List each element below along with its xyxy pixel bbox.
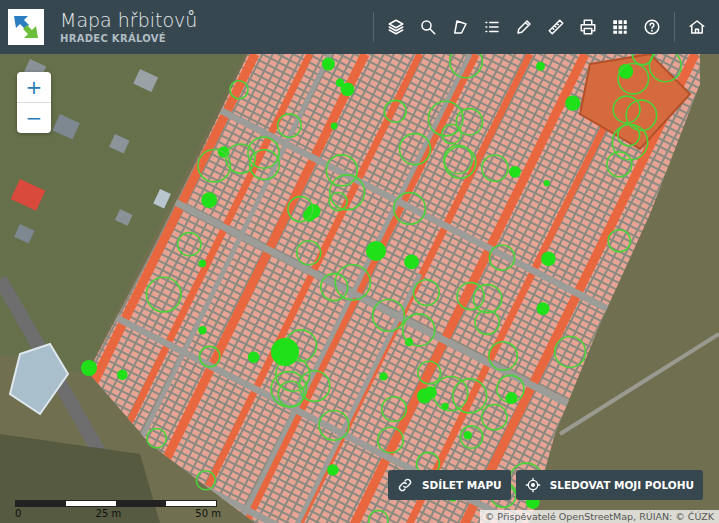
help-icon [643, 18, 661, 36]
grid-icon [611, 18, 629, 36]
scale-bar: 0 25 m 50 m [15, 500, 220, 519]
app: Mapa hřbitovůHRADEC KRÁLOVÉ+−SDÍLET MAPU… [0, 0, 719, 523]
scale-tick: 50 m [195, 508, 221, 519]
home-button[interactable] [681, 0, 713, 54]
search-button[interactable] [412, 0, 444, 54]
link-icon [397, 477, 413, 493]
grid-button[interactable] [604, 0, 636, 54]
button-label: SDÍLET MAPU [422, 479, 502, 491]
print-icon [579, 18, 597, 36]
button-label: SLEDOVAT MOJI POLOHU [550, 479, 694, 491]
attribution: © Přispěvatelé OpenStreetMap, RÚIAN: © Č… [480, 510, 719, 523]
map-buttons: SDÍLET MAPU SLEDOVAT MOJI POLOHU [388, 470, 703, 500]
zoom-out-button[interactable]: − [17, 102, 51, 133]
aerial-map[interactable] [0, 54, 719, 523]
toolbar-separator [674, 12, 675, 42]
scale-segment [166, 501, 216, 506]
app-title: Mapa hřbitovů [60, 8, 367, 32]
home-icon [688, 18, 706, 36]
scale-labels: 0 25 m 50 m [15, 508, 221, 519]
polygon-icon [451, 18, 469, 36]
header: Mapa hřbitovůHRADEC KRÁLOVÉ [0, 0, 719, 54]
print-button[interactable] [572, 0, 604, 54]
list-button[interactable] [476, 0, 508, 54]
help-button[interactable] [636, 0, 668, 54]
track-location-button[interactable]: SLEDOVAT MOJI POLOHU [516, 470, 703, 500]
scale-segment [66, 501, 116, 506]
logo-icon [11, 12, 41, 42]
ruler-icon [547, 18, 565, 36]
app-subtitle: HRADEC KRÁLOVÉ [60, 32, 367, 46]
scale-segment [16, 501, 66, 506]
zoom-in-button[interactable]: + [17, 72, 51, 102]
search-icon [419, 18, 437, 36]
scale-segment [116, 501, 166, 506]
logo[interactable] [8, 9, 44, 45]
zoom-control: +− [17, 72, 51, 133]
toolbar-separator [373, 12, 374, 42]
scale-tick: 25 m [96, 508, 122, 519]
pencil-icon [515, 18, 533, 36]
layers-icon [387, 18, 405, 36]
pencil-button[interactable] [508, 0, 540, 54]
ruler-button[interactable] [540, 0, 572, 54]
scale-track [15, 500, 217, 507]
share-map-button[interactable]: SDÍLET MAPU [388, 470, 511, 500]
titles: Mapa hřbitovůHRADEC KRÁLOVÉ [60, 8, 367, 46]
layers-button[interactable] [380, 0, 412, 54]
location-icon [525, 477, 541, 493]
toolbar [367, 0, 719, 54]
map[interactable]: +− SDÍLET MAPU SLEDOVAT MOJI POLOHU 0 25 m 50… [0, 54, 719, 523]
polygon-button[interactable] [444, 0, 476, 54]
scale-tick: 0 [15, 508, 21, 519]
list-icon [483, 18, 501, 36]
